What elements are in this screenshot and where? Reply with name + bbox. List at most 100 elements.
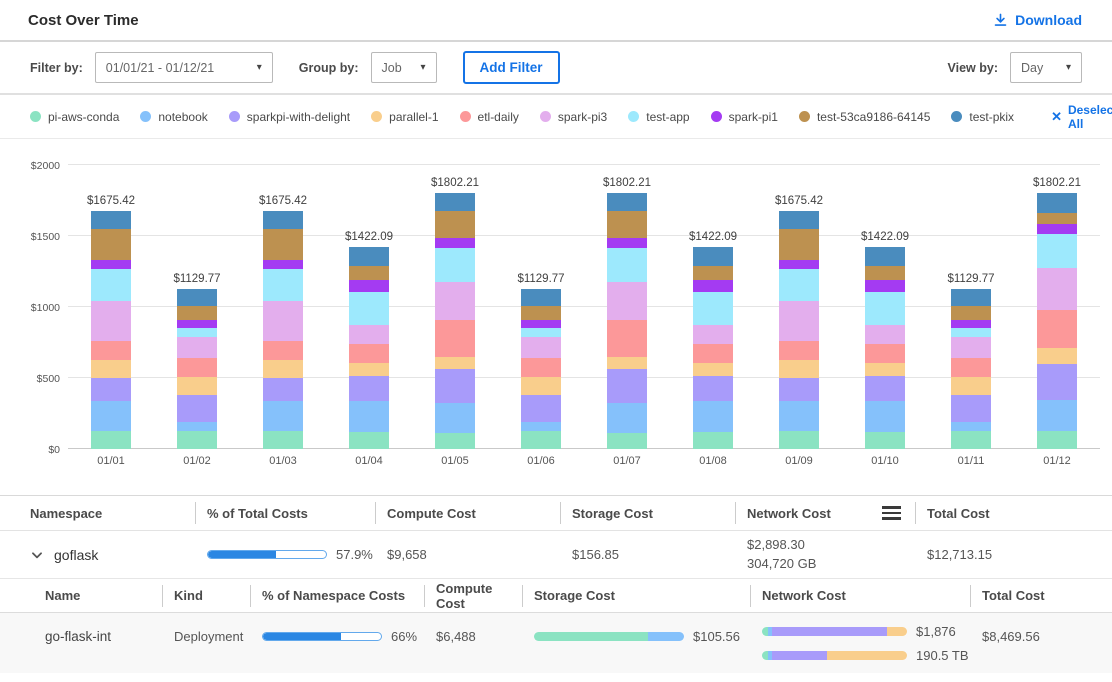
bar-segment-parallel-1 [607,357,647,369]
bar-segment-test-53ca9186-64145 [1037,213,1077,224]
bar-segment-test-53ca9186-64145 [435,211,475,238]
total-cost-cell: $12,713.15 [915,547,1112,562]
bar-segment-spark-pi3 [263,301,303,341]
x-tick-label: 01/07 [584,455,670,467]
bar-total-label: $1129.77 [517,273,564,285]
bar-segment-etl-daily [91,341,131,361]
bar-01/01[interactable]: $1675.42 [68,165,154,449]
bar-segment-etl-daily [693,344,733,363]
bar-01/08[interactable]: $1422.09 [670,165,756,449]
progress-bar [207,550,327,559]
col-name: Name [45,588,162,603]
date-range-dropdown[interactable]: 01/01/21 - 01/12/21 ▾ [95,52,273,83]
bar-segment-spark-pi1 [693,280,733,292]
legend-swatch-icon [951,111,962,122]
bar-segment-spark-pi3 [951,337,991,358]
bar-01/06[interactable]: $1129.77 [498,165,584,449]
bar-segment-spark-pi1 [521,320,561,328]
table-row-go-flask-int[interactable]: go-flask-int Deployment 66% $6,488 $105.… [0,613,1112,673]
bar-segment-etl-daily [865,344,905,363]
bar-01/04[interactable]: $1422.09 [326,165,412,449]
x-tick-label: 01/03 [240,455,326,467]
network-cost-cell: $2,898.30 304,720 GB [735,536,915,574]
legend-item-etl-daily[interactable]: etl-daily [460,110,519,124]
bar-segment-test-app [865,292,905,324]
bar-segment-test-app [263,269,303,301]
bar-segment-test-53ca9186-64145 [865,266,905,280]
menu-icon[interactable] [882,506,901,520]
bar-total-label: $1802.21 [431,177,479,189]
table-row-goflask[interactable]: goflask 57.9% $9,658 $156.85 $2,898.30 3… [0,531,1112,579]
add-filter-button[interactable]: Add Filter [463,51,560,84]
bar-segment-notebook [521,422,561,431]
bar-segment-spark-pi3 [779,301,819,341]
bar-segment-spark-pi3 [693,325,733,345]
bar-segment-sparkpi-with-delight [865,376,905,401]
bar-segment-notebook [779,401,819,431]
bar-segment-test-pkix [865,247,905,266]
bar-segment-spark-pi3 [435,282,475,321]
bar-total-label: $1422.09 [861,231,909,243]
bar-segment-notebook [91,401,131,431]
legend-item-notebook[interactable]: notebook [140,110,207,124]
legend-label: etl-daily [478,110,519,124]
bar-segment-test-53ca9186-64145 [349,266,389,280]
bar-01/10[interactable]: $1422.09 [842,165,928,449]
bar-total-label: $1675.42 [259,195,307,207]
bar-segment-sparkpi-with-delight [951,395,991,422]
bar-segment-test-53ca9186-64145 [177,306,217,321]
legend-item-spark-pi1[interactable]: spark-pi1 [711,110,778,124]
legend-item-spark-pi3[interactable]: spark-pi3 [540,110,607,124]
view-by-dropdown[interactable]: Day ▾ [1010,52,1082,83]
x-tick-label: 01/06 [498,455,584,467]
legend-label: sparkpi-with-delight [247,110,350,124]
bar-segment-etl-daily [521,358,561,377]
bar-segment-spark-pi1 [607,238,647,248]
chevron-down-icon[interactable] [30,548,44,562]
legend-item-parallel-1[interactable]: parallel-1 [371,110,438,124]
bar-segment-notebook [951,422,991,431]
col-namespace: Namespace [30,506,195,521]
legend-item-pi-aws-conda[interactable]: pi-aws-conda [30,110,119,124]
legend-item-test-app[interactable]: test-app [628,110,689,124]
group-by-dropdown[interactable]: Job ▾ [371,52,437,83]
filter-by-label: Filter by: [30,61,83,75]
bar-segment-pi-aws-conda [779,431,819,449]
y-tick-label: $500 [6,373,60,385]
bar-segment-pi-aws-conda [177,431,217,449]
col-pct-namespace: % of Namespace Costs [250,588,424,603]
bar-segment-spark-pi1 [177,320,217,328]
bar-01/05[interactable]: $1802.21 [412,165,498,449]
bar-01/02[interactable]: $1129.77 [154,165,240,449]
legend-item-test-53ca9186-64145[interactable]: test-53ca9186-64145 [799,110,930,124]
bar-01/07[interactable]: $1802.21 [584,165,670,449]
download-button[interactable]: Download [993,12,1082,28]
bar-segment-etl-daily [607,320,647,357]
bar-01/11[interactable]: $1129.77 [928,165,1014,449]
cost-over-time-chart: $0$500$1000$1500$2000 $1675.42$1129.77$1… [68,165,1100,449]
bar-01/09[interactable]: $1675.42 [756,165,842,449]
bar-segment-pi-aws-conda [951,431,991,449]
bar-segment-test-53ca9186-64145 [779,229,819,260]
chart-legend: pi-aws-conda notebook sparkpi-with-delight… [0,95,1112,139]
bar-total-label: $1802.21 [1033,177,1081,189]
deselect-all-button[interactable]: ✕ Deselect All [1051,103,1112,131]
bar-total-label: $1129.77 [173,273,220,285]
bar-01/12[interactable]: $1802.21 [1014,165,1100,449]
bar-segment-spark-pi1 [349,280,389,292]
bar-segment-test-pkix [435,193,475,211]
bar-segment-etl-daily [1037,310,1077,348]
bar-segment-etl-daily [951,358,991,377]
pct-namespace-cell: 66% [250,613,424,644]
bar-segment-test-53ca9186-64145 [91,229,131,260]
bar-segment-test-app [349,292,389,324]
deselect-all-label: Deselect All [1068,103,1112,131]
network-bar-volume [762,651,907,660]
bar-01/03[interactable]: $1675.42 [240,165,326,449]
legend-item-test-pkix[interactable]: test-pkix [951,110,1014,124]
group-by-value: Job [382,61,402,75]
storage-cost-cell: $105.56 [522,613,750,644]
page-title: Cost Over Time [28,12,139,29]
legend-item-sparkpi-with-delight[interactable]: sparkpi-with-delight [229,110,350,124]
bar-segment-test-53ca9186-64145 [693,266,733,280]
